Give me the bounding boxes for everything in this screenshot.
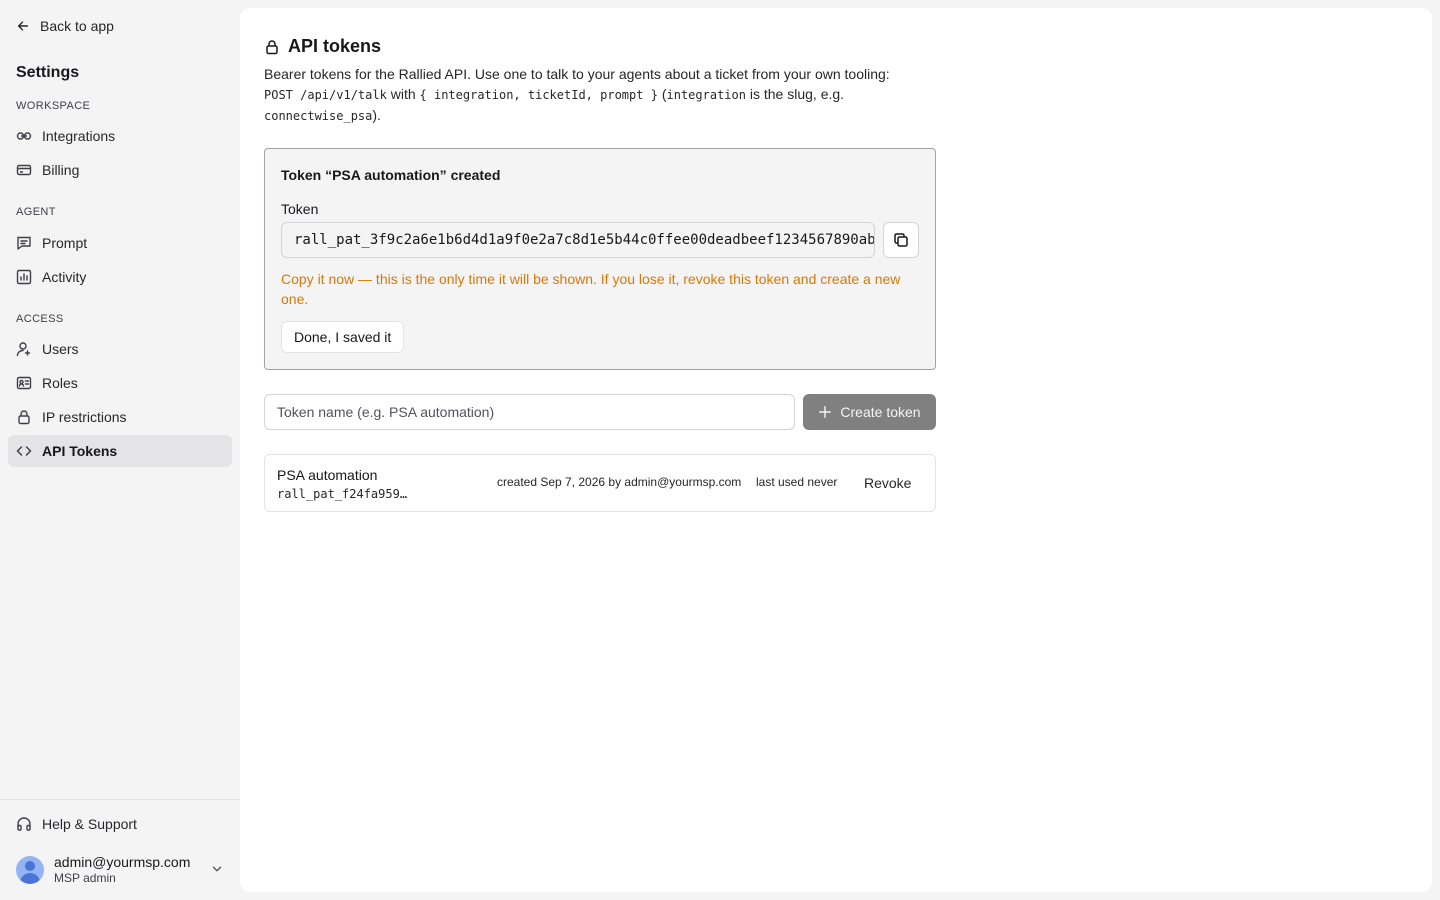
page-title-text: API tokens [288, 36, 382, 56]
bar-chart-icon [16, 269, 32, 285]
token-created-title: Token “PSA automation” created [281, 167, 501, 183]
sidebar-item-integrations[interactable]: Integrations [8, 120, 232, 152]
lock-icon [18, 410, 30, 425]
sidebar: Back to app Settings WORKSPACE Integrati… [0, 0, 240, 900]
code-icon [16, 446, 32, 456]
sidebar-item-api-tokens[interactable]: API Tokens [8, 435, 232, 467]
token-label: Token [281, 201, 319, 217]
arrow-left-icon [17, 21, 29, 31]
sidebar-item-roles[interactable]: Roles [8, 367, 232, 399]
sidebar-item-label: Activity [42, 269, 87, 285]
user-role: MSP admin [54, 871, 116, 885]
plus-icon [819, 406, 832, 418]
copy-token-button[interactable] [883, 222, 919, 258]
token-created-panel: Token “PSA automation” created Token ral… [264, 148, 936, 370]
credit-card-icon [16, 164, 32, 176]
sidebar-item-label: Billing [42, 162, 80, 178]
sidebar-item-help-support[interactable]: Help & Support [8, 808, 232, 840]
user-email: admin@yourmsp.com [54, 854, 191, 870]
main-panel: API tokens Bearer tokens for the Rallied… [240, 8, 1432, 892]
section-label-workspace: WORKSPACE [16, 100, 91, 112]
create-token-label: Create token [840, 404, 921, 420]
sidebar-item-label: Users [42, 341, 79, 357]
params-code: { integration, ticketId, prompt } [419, 88, 658, 102]
section-label-access: ACCESS [16, 313, 64, 325]
revoke-token-button[interactable]: Revoke [853, 469, 922, 497]
sidebar-item-label: Help & Support [42, 816, 137, 832]
slug-example-code: connectwise_psa [264, 109, 373, 123]
back-to-app-link[interactable]: Back to app [16, 16, 114, 36]
id-card-icon [16, 376, 32, 390]
link-icon [16, 132, 32, 140]
sidebar-item-activity[interactable]: Activity [8, 261, 232, 293]
token-name-input[interactable] [264, 394, 795, 430]
message-square-icon [17, 236, 31, 250]
token-row: PSA automation rall_pat_f24fa959… create… [264, 454, 936, 512]
lock-icon [266, 39, 278, 54]
sidebar-item-label: Roles [42, 375, 78, 391]
page-title: API tokens [264, 36, 381, 57]
token-row-name: PSA automation [277, 467, 378, 483]
sidebar-item-prompt[interactable]: Prompt [8, 227, 232, 259]
chevron-down-icon [212, 866, 222, 872]
token-warning: Copy it now — this is the only time it w… [281, 271, 901, 307]
settings-title: Settings [16, 64, 80, 81]
copy-icon [894, 233, 908, 247]
description-slug-text: is the slug, e.g. [749, 86, 845, 102]
sidebar-item-label: Prompt [42, 235, 88, 251]
sidebar-item-users[interactable]: Users [8, 333, 232, 365]
description-end: ). [372, 107, 381, 123]
page-description: Bearer tokens for the Rallied API. Use o… [264, 64, 944, 126]
token-row-prefix: rall_pat_f24fa959… [277, 487, 408, 501]
integration-code: integration [666, 88, 746, 102]
endpoint-code: POST /api/v1/talk [264, 88, 387, 102]
description-text: Bearer tokens for the Rallied API. Use o… [264, 66, 890, 82]
sidebar-item-label: API Tokens [42, 443, 118, 459]
sidebar-item-label: Integrations [42, 128, 116, 144]
done-saved-button[interactable]: Done, I saved it [281, 321, 405, 353]
sidebar-divider [0, 799, 240, 800]
sidebar-item-billing[interactable]: Billing [8, 154, 232, 186]
avatar [16, 856, 44, 884]
back-to-app-label: Back to app [40, 18, 114, 34]
sidebar-item-label: IP restrictions [42, 409, 127, 425]
token-row-last-used: last used never [756, 475, 838, 489]
user-icon [16, 342, 31, 357]
headphones-icon [17, 817, 31, 831]
token-row-created: created Sep 7, 2026 by admin@yourmsp.com [497, 475, 742, 489]
token-value-field[interactable]: rall_pat_3f9c2a6e1b6d4d1a9f0e2a7c8d1e5b4… [281, 222, 875, 258]
create-token-button[interactable]: Create token [803, 394, 936, 430]
user-menu[interactable]: admin@yourmsp.com MSP admin [16, 854, 228, 886]
sidebar-item-ip-restrictions[interactable]: IP restrictions [8, 401, 232, 433]
section-label-agent: AGENT [16, 206, 56, 218]
description-with: with [390, 86, 416, 102]
